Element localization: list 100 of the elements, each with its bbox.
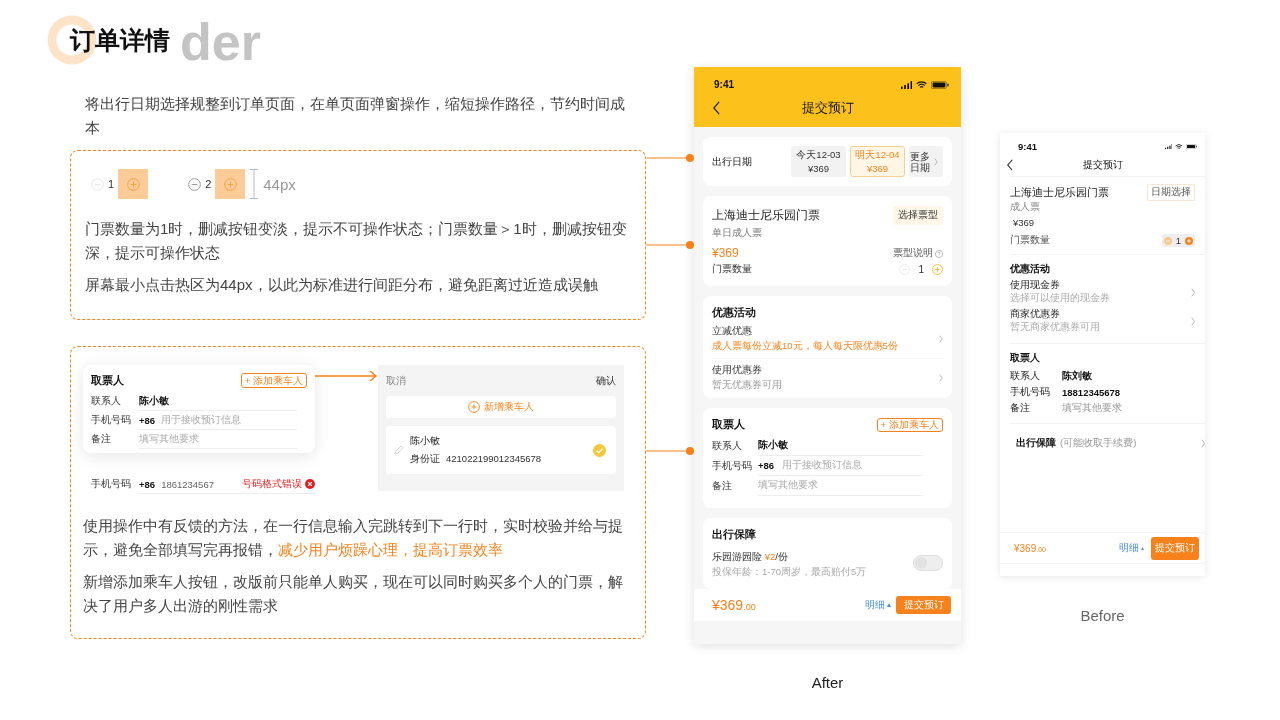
text-input[interactable]: 陈小敏 (758, 436, 923, 457)
ticket-name: 上海迪士尼乐园门票 (712, 207, 820, 225)
field-label: 手机号码 (1010, 385, 1051, 399)
id-number: 421022199012345678 (446, 453, 542, 466)
decorative-text: der (180, 12, 261, 72)
quantity-label: 门票数量 (1010, 234, 1050, 247)
quantity-value: 1 (918, 264, 924, 276)
error-message: 号码格式错误 (242, 477, 302, 491)
wifi-icon (916, 80, 928, 89)
insurance-description: 投保年龄：1-70周岁，最高赔付5万 (712, 566, 867, 580)
cancel-link[interactable]: 取消 (386, 375, 406, 388)
section-title: 出行保障 (1016, 436, 1056, 450)
ticket-price: ¥369 (712, 246, 739, 261)
field-label: 备注 (91, 433, 112, 446)
note-paragraph: 使用操作中有反馈的方法，在一行信息输入完跳转到下一行时，实时校验并给与提示，避免全部填写完再报错，减少用户烦躁心理，提高订票效率 (83, 516, 624, 560)
screen-title: 提交预订 (1082, 158, 1123, 172)
caption: After (811, 674, 844, 691)
minus-icon (1163, 236, 1172, 245)
total-price: ¥369.00 (712, 597, 757, 614)
field-label: 备注 (712, 479, 733, 493)
note-paragraph: 屏幕最小点击热区为44px，以此为标准进行间距分布，避免距离过近造成误触 (85, 275, 599, 295)
status-time: 9:41 (714, 79, 734, 90)
ticket-type-button[interactable]: 选择票型 (893, 206, 943, 226)
ticket-name: 上海迪士尼乐园门票 (1010, 185, 1109, 200)
status-time: 9:41 (1018, 141, 1037, 152)
passenger-name: 陈小敏 (410, 434, 441, 448)
field-label: 联系人 (712, 439, 743, 453)
note-paragraph: 门票数量为1时，删减按钮变淡，提示不可操作状态；门票数量＞1时，删减按钮变深，提示可操作状态 (85, 219, 628, 263)
back-icon (712, 101, 720, 115)
plus-icon (1185, 236, 1193, 245)
promotion-item[interactable]: 使用优惠券 暂无优惠券可用 (712, 359, 943, 393)
text-input[interactable]: +86 用于接收预订信息 (758, 456, 923, 477)
battery-icon (1186, 144, 1197, 149)
field-label: 手机号码 (91, 414, 132, 427)
more-dates-button[interactable]: 更多日期 (909, 146, 943, 178)
date-select-button[interactable]: 日期选择 (1147, 184, 1195, 201)
field-label: 手机号码 (91, 478, 132, 491)
promotion-title: 使用优惠券 (712, 364, 763, 378)
plus-icon (223, 177, 237, 191)
field-value: 18812345678 (1062, 386, 1121, 398)
promotion-description: 暂无商家优惠券可用 (1010, 321, 1101, 334)
insurance-note: (可能收取手续费) (1060, 436, 1138, 450)
detail-link[interactable]: 明细 (865, 598, 885, 612)
text-input[interactable]: 陈小敏 (139, 392, 297, 411)
promotion-description: 暂无优惠券可用 (712, 379, 783, 393)
arrow-icon (315, 370, 378, 382)
signal-icon (1164, 143, 1173, 150)
ticket-type: 单日成人票 (712, 227, 763, 241)
promotion-item[interactable]: 使用现金券 选择可以使用的现金券 (1010, 279, 1195, 305)
caption: Before (1080, 607, 1125, 624)
detail-link[interactable]: 明细 (1119, 541, 1139, 555)
section-title: 优惠活动 (1010, 262, 1051, 276)
help-icon (935, 249, 943, 258)
promotion-item[interactable]: 立减优惠 成人票每份立减10元，每人每天限优惠5份 (712, 320, 943, 360)
page-title: 订单详情 (70, 25, 170, 56)
ticket-note-link[interactable]: 票型说明 (893, 247, 933, 261)
ticket-type: 成人票 (1010, 201, 1041, 214)
chevron-right-icon (1190, 316, 1195, 326)
date-option[interactable]: 今天12-03 ¥369 (791, 146, 846, 178)
chevron-right-icon (939, 335, 943, 344)
insurance-toggle[interactable] (913, 554, 943, 571)
confirm-link[interactable]: 确认 (596, 375, 616, 388)
promotion-title: 立减优惠 (712, 325, 753, 339)
caret-icon (887, 603, 891, 608)
passenger-item[interactable]: 陈小敏 身份证 421022199012345678 (386, 426, 616, 474)
plus-icon (468, 401, 480, 413)
quantity-value: 1 (108, 178, 115, 190)
plus-icon (126, 177, 140, 191)
caret-icon (1141, 546, 1144, 550)
promotion-description: 选择可以使用的现金券 (1010, 292, 1111, 305)
field-label: 联系人 (91, 395, 122, 408)
insurance-name: 乐园游园险 ¥2/份 (712, 551, 788, 563)
section-title: 出行保障 (712, 528, 757, 543)
chevron-right-icon (934, 157, 938, 166)
quantity-stepper: 1 (1161, 234, 1195, 247)
back-icon (1007, 159, 1013, 171)
chevron-right-icon (1190, 287, 1195, 297)
quantity-label: 门票数量 (712, 263, 752, 277)
screen-title: 提交预订 (801, 99, 854, 117)
field-label: 备注 (1010, 401, 1031, 415)
plus-icon (932, 264, 943, 276)
promotion-title: 商家优惠券 (1010, 308, 1061, 321)
id-label: 身份证 (410, 453, 440, 466)
connector-line (645, 241, 694, 249)
text-input[interactable]: +86 用于接收预订信息 (139, 411, 297, 430)
section-title: 取票人 (712, 418, 745, 433)
section-title: 优惠活动 (712, 306, 757, 321)
promotion-description: 成人票每份立减10元，每人每天限优惠5份 (712, 340, 899, 354)
field-value: 陈刘敏 (1062, 369, 1092, 383)
promotion-item[interactable]: 商家优惠券 暂无商家优惠券可用 (1010, 308, 1195, 334)
field-label: 出行日期 (712, 154, 753, 169)
quantity-value: 2 (205, 178, 212, 190)
section-title: 取票人 (1010, 351, 1041, 365)
signal-icon (901, 80, 913, 89)
pencil-icon (394, 445, 404, 455)
ticket-price: ¥369 (1013, 217, 1036, 228)
wifi-icon (1175, 143, 1183, 150)
text-input[interactable]: +86 1861234567 (139, 478, 214, 490)
intro-paragraph: 将出行日期选择规整到订单页面，在单页面弹窗操作，缩短操作路径，节约时间成本 (85, 94, 626, 138)
note-paragraph: 新增添加乘车人按钮，改版前只能单人购买，现在可以同时购买多个人的门票，解决了用户多人出游的刚性需求 (83, 572, 624, 616)
